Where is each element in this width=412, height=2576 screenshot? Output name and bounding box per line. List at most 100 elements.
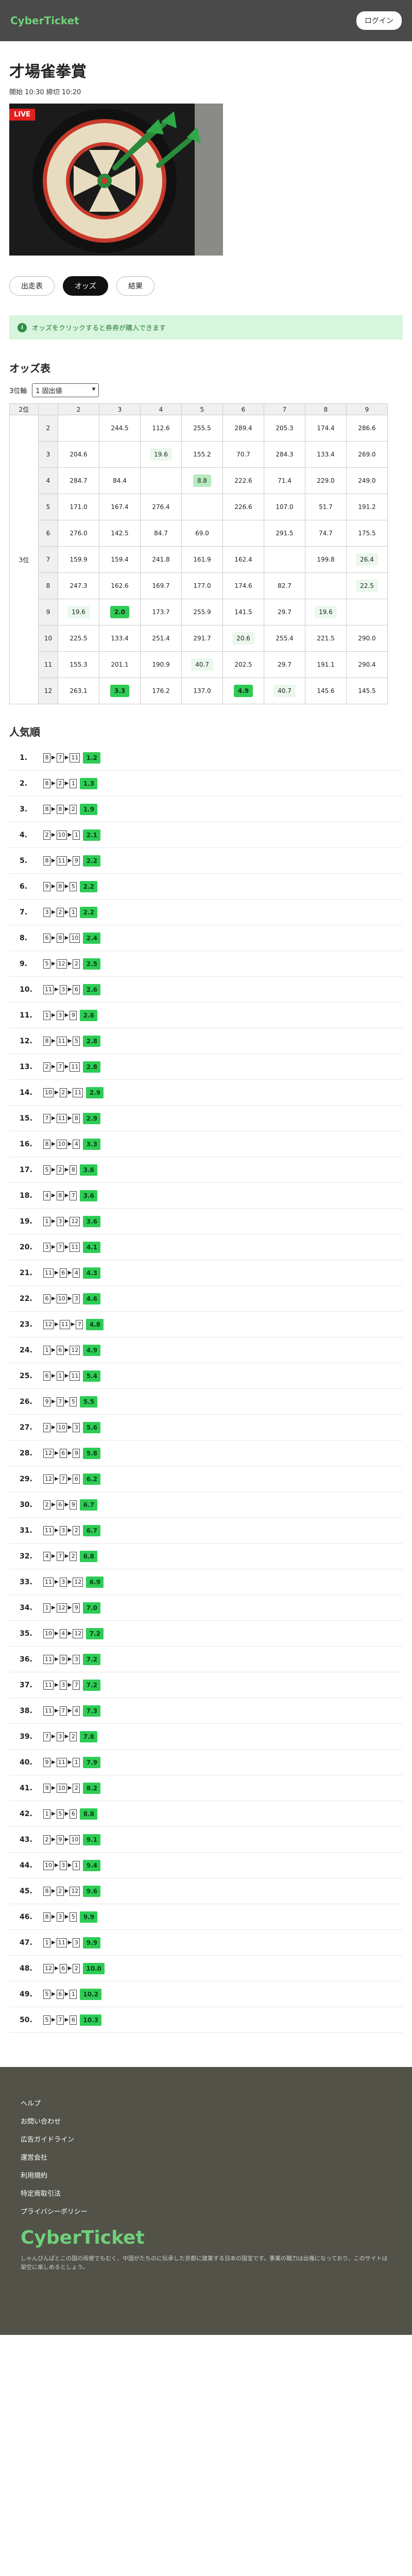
odds-cell[interactable]: 226.6 [222,494,264,520]
odds-cell[interactable]: 244.5 [99,415,141,442]
popularity-odds-badge[interactable]: 5.6 [83,1421,101,1433]
popularity-item[interactable]: 12. 8 ▶ 11 ▶ 5 2.8 [9,1028,403,1054]
popularity-item[interactable]: 19. 1 ▶ 3 ▶ 12 3.6 [9,1209,403,1234]
popularity-item[interactable]: 13. 2 ▶ 7 ▶ 11 2.8 [9,1054,403,1080]
popularity-odds-badge[interactable]: 2.2 [80,906,98,918]
footer-link[interactable]: 特定商取引法 [21,2188,391,2198]
odds-cell[interactable]: 107.0 [264,494,305,520]
popularity-odds-badge[interactable]: 2.2 [83,855,101,867]
popularity-odds-badge[interactable]: 7.2 [83,1653,101,1665]
popularity-item[interactable]: 41. 9 ▶ 10 ▶ 2 8.2 [9,1775,403,1801]
popularity-odds-badge[interactable]: 2.2 [80,880,98,892]
odds-cell[interactable]: 173.7 [140,599,182,625]
odds-cell[interactable]: 284.3 [264,441,305,468]
popularity-item[interactable]: 8. 6 ▶ 8 ▶ 10 2.4 [9,925,403,951]
odds-cell[interactable]: 174.4 [305,415,347,442]
odds-axis-select[interactable]: 1 固出値 ▾ [32,383,99,397]
popularity-odds-badge[interactable]: 2.9 [83,1112,101,1124]
popularity-item[interactable]: 11. 1 ▶ 3 ▶ 9 2.6 [9,1003,403,1028]
odds-cell[interactable]: 69.0 [181,520,223,547]
odds-cell[interactable]: 40.7 [181,651,223,678]
odds-cell[interactable]: 145.6 [305,677,347,704]
odds-cell[interactable]: 70.7 [222,441,264,468]
popularity-odds-badge[interactable]: 2.6 [83,984,101,995]
popularity-item[interactable]: 31. 11 ▶ 3 ▶ 2 6.7 [9,1518,403,1544]
popularity-odds-badge[interactable]: 5.4 [83,1370,101,1382]
odds-cell[interactable]: 199.8 [305,546,347,573]
tab-entries[interactable]: 出走表 [9,276,55,296]
popularity-odds-badge[interactable]: 3.6 [83,1215,101,1227]
popularity-odds-badge[interactable]: 10.3 [80,2014,102,2026]
popularity-item[interactable]: 33. 11 ▶ 3 ▶ 12 6.9 [9,1569,403,1595]
popularity-item[interactable]: 48. 12 ▶ 6 ▶ 2 10.0 [9,1956,403,1981]
popularity-odds-badge[interactable]: 7.0 [83,1602,101,1614]
popularity-odds-badge[interactable]: 1.9 [80,803,98,815]
odds-cell[interactable]: 202.5 [222,651,264,678]
popularity-odds-badge[interactable]: 2.6 [80,1009,98,1021]
odds-cell[interactable]: 8.8 [181,467,223,494]
odds-cell[interactable]: 263.1 [58,677,99,704]
odds-cell[interactable]: 190.9 [140,651,182,678]
odds-cell[interactable]: 289.4 [222,415,264,442]
popularity-odds-badge[interactable]: 2.9 [86,1087,104,1098]
popularity-item[interactable]: 39. 7 ▶ 3 ▶ 2 7.8 [9,1724,403,1750]
odds-cell[interactable]: 20.6 [222,625,264,652]
popularity-odds-badge[interactable]: 10.2 [80,1988,102,2000]
popularity-item[interactable]: 35. 10 ▶ 4 ▶ 12 7.2 [9,1621,403,1647]
odds-cell[interactable]: 247.3 [58,572,99,599]
odds-cell[interactable]: 155.3 [58,651,99,678]
odds-cell[interactable]: 251.4 [140,625,182,652]
odds-cell[interactable]: 19.6 [305,599,347,625]
odds-cell[interactable]: 255.5 [181,415,223,442]
odds-cell[interactable]: 159.9 [58,546,99,573]
footer-link[interactable]: 利用規約 [21,2170,391,2180]
odds-cell[interactable]: 162.4 [222,546,264,573]
footer-link[interactable]: プライバシーポリシー [21,2206,391,2216]
popularity-odds-badge[interactable]: 4.9 [83,1344,101,1356]
odds-cell[interactable]: 201.1 [99,651,141,678]
popularity-odds-badge[interactable]: 4.8 [86,1318,104,1330]
popularity-odds-badge[interactable]: 5.5 [80,1396,98,1408]
odds-cell[interactable]: 191.2 [346,494,388,520]
popularity-item[interactable]: 26. 9 ▶ 7 ▶ 5 5.5 [9,1389,403,1415]
popularity-item[interactable]: 32. 4 ▶ 7 ▶ 2 6.8 [9,1544,403,1569]
footer-logo[interactable]: CyberTicket [21,2227,391,2248]
odds-cell[interactable]: 29.7 [264,599,305,625]
odds-cell[interactable]: 175.5 [346,520,388,547]
popularity-item[interactable]: 43. 2 ▶ 9 ▶ 10 9.1 [9,1827,403,1853]
live-video-player[interactable]: LIVE [9,104,223,256]
popularity-item[interactable]: 22. 6 ▶ 10 ▶ 3 4.6 [9,1286,403,1312]
popularity-item[interactable]: 16. 8 ▶ 10 ▶ 4 3.3 [9,1131,403,1157]
odds-cell[interactable]: 133.4 [305,441,347,468]
popularity-odds-badge[interactable]: 6.8 [80,1550,98,1562]
popularity-item[interactable]: 15. 7 ▶ 11 ▶ 8 2.9 [9,1106,403,1131]
odds-cell[interactable]: 19.6 [140,441,182,468]
popularity-item[interactable]: 45. 8 ▶ 2 ▶ 12 9.6 [9,1878,403,1904]
odds-cell[interactable]: 205.3 [264,415,305,442]
odds-cell[interactable]: 276.0 [58,520,99,547]
footer-link[interactable]: お問い合わせ [21,2116,391,2126]
popularity-item[interactable]: 46. 8 ▶ 3 ▶ 5 9.9 [9,1904,403,1930]
odds-cell[interactable]: 84.7 [140,520,182,547]
popularity-odds-badge[interactable]: 2.8 [83,1061,101,1073]
odds-cell[interactable]: 177.0 [181,572,223,599]
odds-cell[interactable]: 284.7 [58,467,99,494]
popularity-odds-badge[interactable]: 6.9 [86,1576,104,1588]
odds-cell[interactable]: 174.6 [222,572,264,599]
odds-cell[interactable]: 82.7 [264,572,305,599]
popularity-odds-badge[interactable]: 2.1 [83,829,101,841]
popularity-odds-badge[interactable]: 1.2 [83,752,101,764]
odds-cell[interactable]: 176.2 [140,677,182,704]
popularity-odds-badge[interactable]: 7.9 [83,1756,101,1768]
odds-cell[interactable]: 290.0 [346,625,388,652]
odds-cell[interactable]: 222.6 [222,467,264,494]
odds-cell[interactable]: 26.4 [346,546,388,573]
popularity-item[interactable]: 23. 12 ▶ 11 ▶ 7 4.8 [9,1312,403,1337]
odds-cell[interactable]: 162.6 [99,572,141,599]
odds-cell[interactable]: 171.0 [58,494,99,520]
odds-cell[interactable]: 155.2 [181,441,223,468]
popularity-odds-badge[interactable]: 7.3 [83,1705,101,1717]
popularity-odds-badge[interactable]: 7.2 [83,1679,101,1691]
odds-cell[interactable]: 141.5 [222,599,264,625]
popularity-item[interactable]: 34. 1 ▶ 12 ▶ 9 7.0 [9,1595,403,1621]
